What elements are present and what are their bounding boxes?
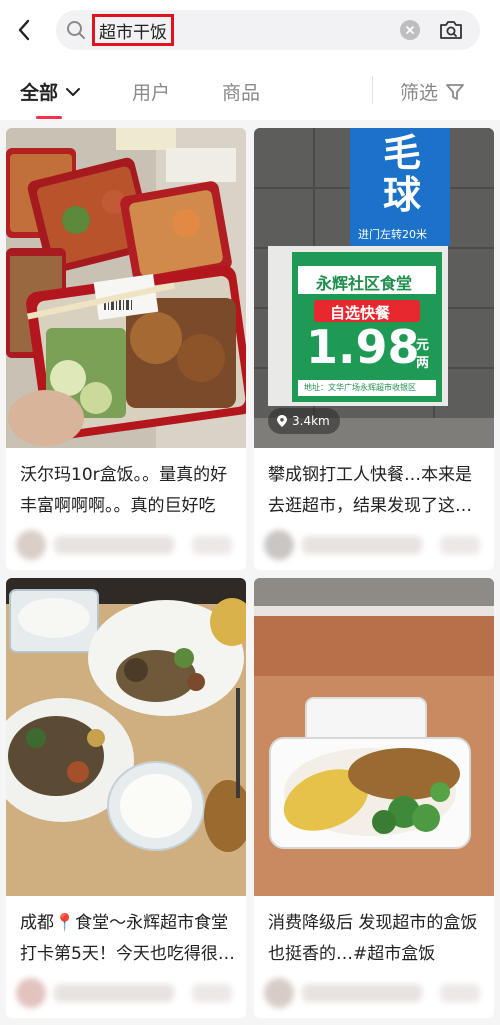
sign-address: 地址：文华广场永辉超市收银区	[304, 383, 416, 392]
clear-icon[interactable]	[400, 20, 420, 40]
tab-products[interactable]: 商品	[222, 78, 260, 105]
note-cover-image[interactable]: 毛 球 进门左转20米 永辉社区食堂 自选快餐 1.98 元 两 地址：文华广场…	[254, 128, 494, 448]
note-author-row[interactable]	[264, 976, 484, 1008]
like-count-blurred	[192, 536, 232, 554]
like-count-blurred	[192, 984, 232, 1002]
author-name-blurred	[302, 984, 422, 1002]
avatar	[16, 978, 46, 1008]
results-feed: 沃尔玛10r盒饭。。量真的好丰富啊啊啊。。真的巨好吃 毛 球 进门左转20米 永…	[0, 120, 500, 1025]
tab-divider	[372, 76, 373, 104]
result-tabs: 全部 用户 商品 筛选	[0, 62, 500, 120]
tab-all-label: 全部	[20, 82, 59, 104]
sign-store-name: 永辉社区食堂	[316, 274, 413, 293]
note-card[interactable]: 消费降级后 发现超市的盒饭也挺香的…#超市盒饭	[254, 578, 494, 1018]
location-badge: 3.4km	[268, 408, 340, 434]
note-title[interactable]: 攀成钢打工人快餐…本来是去逛超市，结果发现了这家快餐	[268, 460, 484, 522]
search-icon	[67, 21, 85, 39]
note-title[interactable]: 成都📍食堂～永辉超市食堂打卡第5天！今天也吃得很满足	[20, 908, 236, 970]
avatar	[264, 530, 294, 560]
sign-unit-top: 元	[416, 338, 430, 353]
back-arrow-icon	[18, 19, 30, 41]
sign-price: 1.98	[306, 320, 420, 374]
filter-button[interactable]: 筛选	[400, 78, 466, 105]
sign-top-big: 毛 球	[382, 131, 421, 217]
search-header: 超市干饭	[0, 0, 500, 62]
sign-top-small: 进门左转20米	[358, 228, 427, 241]
note-title[interactable]: 消费降级后 发现超市的盒饭也挺香的…#超市盒饭	[268, 908, 484, 970]
avatar	[264, 978, 294, 1008]
author-name-blurred	[54, 984, 174, 1002]
note-card[interactable]: 沃尔玛10r盒饭。。量真的好丰富啊啊啊。。真的巨好吃	[6, 128, 246, 570]
location-distance: 3.4km	[292, 414, 330, 428]
chevron-down-icon	[66, 87, 81, 96]
note-title[interactable]: 沃尔玛10r盒饭。。量真的好丰富啊啊啊。。真的巨好吃	[20, 460, 236, 522]
note-cover-image[interactable]	[6, 578, 246, 896]
note-cover-image[interactable]	[254, 578, 494, 896]
like-count-blurred	[440, 536, 480, 554]
search-query-text[interactable]: 超市干饭	[99, 18, 167, 43]
filter-label: 筛选	[400, 82, 439, 104]
note-card[interactable]: 成都📍食堂～永辉超市食堂打卡第5天！今天也吃得很满足	[6, 578, 246, 1018]
sign-unit-bottom: 两	[416, 356, 430, 371]
tab-all[interactable]: 全部	[20, 78, 82, 105]
filter-funnel-icon	[446, 83, 464, 100]
camera-search-icon[interactable]	[436, 16, 466, 44]
avatar	[16, 530, 46, 560]
note-author-row[interactable]	[16, 528, 236, 560]
search-input[interactable]: 超市干饭	[56, 10, 480, 50]
note-author-row[interactable]	[264, 528, 484, 560]
location-pin-icon	[277, 415, 287, 427]
search-query-highlight: 超市干饭	[92, 14, 174, 46]
author-name-blurred	[54, 536, 174, 554]
like-count-blurred	[440, 984, 480, 1002]
tab-users[interactable]: 用户	[132, 78, 170, 105]
note-card[interactable]: 毛 球 进门左转20米 永辉社区食堂 自选快餐 1.98 元 两 地址：文华广场…	[254, 128, 494, 570]
author-name-blurred	[302, 536, 422, 554]
active-tab-indicator	[36, 116, 62, 119]
note-author-row[interactable]	[16, 976, 236, 1008]
note-cover-image[interactable]	[6, 128, 246, 448]
back-button[interactable]	[8, 14, 40, 46]
